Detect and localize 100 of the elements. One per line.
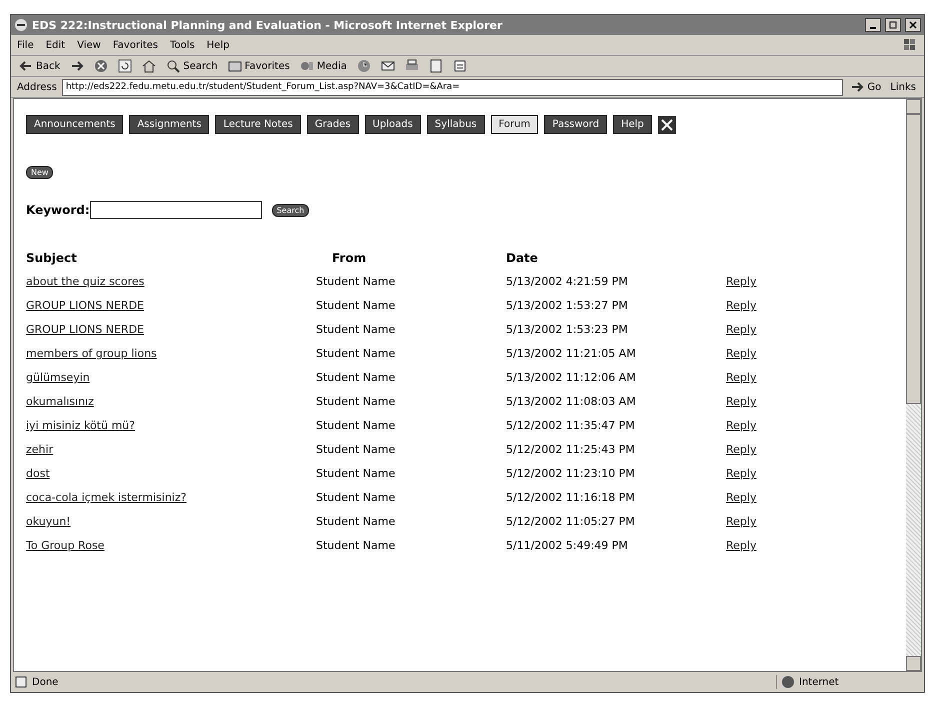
history-icon [356, 59, 371, 73]
author-cell-text: Student Name [316, 539, 396, 554]
nav-tab[interactable]: Forum [490, 115, 538, 134]
reply-link[interactable]: Reply [726, 467, 756, 491]
subject-link[interactable]: coca-cola içmek istermisiniz? [26, 491, 186, 515]
search-button[interactable]: Search [272, 204, 310, 216]
menu-item[interactable]: Favorites [112, 40, 158, 50]
close-icon[interactable] [658, 116, 676, 134]
date-cell-text: 5/12/2002 11:23:10 PM [506, 467, 636, 482]
reply-link[interactable]: Reply [726, 275, 756, 299]
subject-link[interactable]: gülümseyin [26, 371, 90, 395]
minimize-button[interactable] [865, 18, 881, 32]
reply-link[interactable]: Reply [726, 323, 756, 347]
search-button[interactable]: Search [164, 59, 220, 73]
page-icon [452, 59, 467, 73]
window-title: EDS 222:Instructional Planning and Evaluation - Microsoft Internet Explorer [32, 18, 504, 32]
date-cell-text: 5/12/2002 11:16:18 PM [506, 491, 636, 506]
date-cell-text: 5/11/2002 5:49:49 PM [506, 539, 629, 554]
subject-link[interactable]: To Group Rose [26, 539, 104, 563]
go-button[interactable]: Go [848, 80, 884, 94]
nav-tab[interactable]: Assignments [129, 115, 210, 134]
search-icon [166, 59, 180, 73]
nav-tab[interactable]: Grades [306, 115, 359, 134]
reply-link[interactable]: Reply [726, 443, 756, 467]
page-icon [14, 675, 28, 689]
keyword-label: Keyword: [26, 203, 90, 217]
printer-icon [404, 59, 419, 73]
address-label: Address [17, 82, 57, 92]
subject-link[interactable]: iyi misiniz kötü mü? [26, 419, 135, 443]
keyword-field[interactable] [90, 201, 262, 219]
reply-link[interactable]: Reply [726, 539, 756, 563]
author-cell-text: Student Name [316, 515, 396, 530]
reply-link[interactable]: Reply [726, 299, 756, 323]
refresh-button[interactable] [116, 59, 134, 73]
author-cell-text: Student Name [316, 395, 396, 410]
nav-tab[interactable]: Password [544, 115, 608, 134]
media-button[interactable]: Media [298, 59, 349, 73]
column-header: From [331, 251, 368, 267]
back-button[interactable]: Back [17, 59, 62, 73]
close-icon [909, 21, 917, 29]
date-cell-text: 5/13/2002 11:08:03 AM [506, 395, 637, 410]
home-icon [142, 59, 156, 73]
date-cell-text: 5/12/2002 11:35:47 PM [506, 419, 636, 434]
go-arrow-icon [850, 80, 864, 94]
new-button[interactable]: New [26, 166, 54, 179]
nav-tab[interactable]: Lecture Notes [215, 115, 301, 134]
nav-tab[interactable]: Uploads [364, 115, 421, 134]
stop-icon [94, 59, 108, 73]
menu-item[interactable]: Edit [46, 40, 66, 50]
maximize-icon [889, 21, 897, 29]
author-cell-text: Student Name [316, 275, 396, 290]
status-text: Done [32, 676, 60, 688]
date-cell-text: 5/13/2002 1:53:27 PM [506, 299, 629, 314]
author-cell-text: Student Name [316, 371, 396, 386]
date-cell-text: 5/12/2002 11:05:27 PM [506, 515, 636, 530]
subject-link[interactable]: dost [26, 467, 50, 491]
subject-link[interactable]: GROUP LIONS NERDE [26, 299, 144, 323]
nav-tab[interactable]: Help [613, 115, 652, 134]
subject-link[interactable]: members of group lions [26, 347, 157, 371]
column-header: Subject [26, 251, 78, 267]
maximize-button[interactable] [885, 18, 901, 32]
scrollbar[interactable] [906, 99, 921, 671]
reply-link[interactable]: Reply [726, 347, 756, 371]
author-cell-text: Student Name [316, 323, 396, 338]
subject-link[interactable]: about the quiz scores [26, 275, 144, 299]
nav-tab[interactable]: Syllabus [426, 115, 485, 134]
subject-link[interactable]: okumalısınız [26, 395, 94, 419]
nav-tab[interactable]: Announcements [26, 115, 124, 134]
menu-item[interactable]: File [17, 40, 34, 50]
reply-link[interactable]: Reply [726, 395, 756, 419]
menu-item[interactable]: Help [206, 40, 230, 50]
author-cell-text: Student Name [316, 347, 396, 362]
back-arrow-icon [19, 59, 33, 73]
mail-button[interactable] [378, 59, 397, 73]
favorites-button[interactable]: Favorites [226, 59, 292, 73]
date-cell-text: 5/13/2002 4:21:59 PM [506, 275, 629, 290]
menu-item[interactable]: View [77, 40, 101, 50]
document-icon [428, 59, 443, 73]
forward-arrow-icon [70, 59, 84, 73]
reply-link[interactable]: Reply [726, 515, 756, 539]
author-cell-text: Student Name [316, 467, 396, 482]
date-cell-text: 5/13/2002 1:53:23 PM [506, 323, 629, 338]
author-cell-text: Student Name [316, 419, 396, 434]
date-cell-text: 5/12/2002 11:25:43 PM [506, 443, 636, 458]
subject-link[interactable]: GROUP LIONS NERDE [26, 323, 144, 347]
close-button[interactable] [905, 18, 921, 32]
zone-text: Internet [799, 676, 839, 688]
media-icon [300, 59, 314, 73]
author-cell-text: Student Name [316, 299, 396, 314]
links-button[interactable]: Links [888, 82, 918, 92]
date-cell-text: 5/13/2002 11:12:06 AM [506, 371, 637, 386]
reply-link[interactable]: Reply [726, 419, 756, 443]
subject-link[interactable]: okuyun! [26, 515, 71, 539]
menu-item[interactable]: Tools [170, 40, 195, 50]
date-cell-text: 5/13/2002 11:21:05 AM [506, 347, 637, 362]
reply-link[interactable]: Reply [726, 491, 756, 515]
subject-link[interactable]: zehir [26, 443, 54, 467]
address-field[interactable]: http://eds222.fedu.metu.edu.tr/student/Student_Forum_List.asp?NAV=3&CatID=&Ara= [62, 78, 844, 96]
refresh-icon [118, 59, 132, 73]
reply-link[interactable]: Reply [726, 371, 756, 395]
